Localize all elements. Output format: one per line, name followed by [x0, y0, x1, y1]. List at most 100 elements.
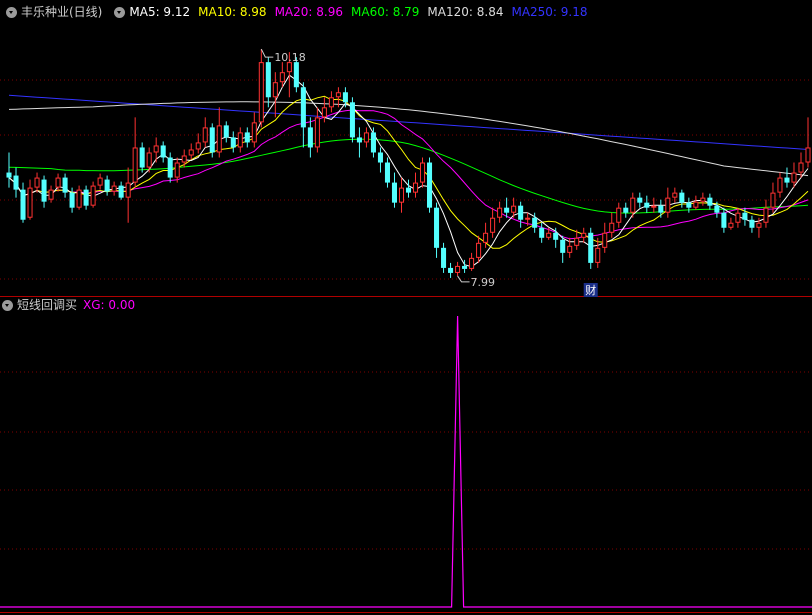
candlestick[interactable]	[553, 227, 559, 248]
candlestick[interactable]	[41, 175, 47, 208]
candlestick[interactable]	[581, 227, 587, 243]
candlestick[interactable]	[539, 222, 545, 243]
candlestick[interactable]	[623, 202, 629, 218]
candlestick[interactable]	[111, 181, 117, 196]
candlestick[interactable]	[476, 235, 482, 263]
candlestick[interactable]	[321, 97, 327, 123]
candlestick[interactable]	[300, 82, 306, 148]
candlestick[interactable]	[644, 195, 650, 213]
candle-body	[412, 182, 419, 193]
candlestick[interactable]	[777, 172, 783, 198]
candlestick[interactable]	[202, 117, 208, 148]
candlestick[interactable]	[216, 107, 222, 158]
candlestick[interactable]	[749, 215, 755, 233]
candlestick[interactable]	[735, 207, 741, 228]
candlestick[interactable]	[139, 142, 145, 173]
candlestick[interactable]	[504, 197, 510, 218]
candlestick[interactable]	[237, 127, 243, 153]
candlestick[interactable]	[721, 207, 727, 233]
candlestick[interactable]	[62, 173, 68, 198]
candlestick[interactable]	[370, 127, 376, 158]
candlestick[interactable]	[441, 242, 447, 273]
candlestick[interactable]	[377, 147, 383, 173]
candlestick[interactable]	[770, 182, 776, 213]
candlestick[interactable]	[328, 91, 334, 113]
candlestick[interactable]	[518, 201, 524, 228]
candlestick[interactable]	[90, 181, 96, 208]
candlestick[interactable]	[83, 185, 89, 210]
chevron-down-icon[interactable]	[6, 6, 17, 18]
candlestick[interactable]	[384, 157, 390, 188]
xg-signal-line	[0, 315, 812, 608]
candlestick[interactable]	[609, 212, 615, 238]
candlestick[interactable]	[658, 199, 664, 218]
candlestick[interactable]	[209, 123, 215, 158]
candlestick[interactable]	[153, 137, 159, 163]
candlestick[interactable]	[314, 107, 320, 153]
finance-badge[interactable]: 财	[583, 283, 598, 297]
candlestick[interactable]	[560, 235, 566, 263]
candlestick[interactable]	[693, 195, 699, 210]
candlestick[interactable]	[223, 121, 229, 143]
candlestick[interactable]	[76, 185, 82, 210]
candle-body	[391, 182, 398, 203]
candlestick[interactable]	[665, 187, 671, 218]
candlestick[interactable]	[251, 112, 257, 148]
candlestick[interactable]	[412, 172, 419, 198]
candle-body	[728, 222, 734, 228]
candlestick[interactable]	[258, 49, 264, 128]
candlestick[interactable]	[448, 262, 454, 278]
candlestick[interactable]	[398, 177, 405, 213]
candlestick[interactable]	[419, 157, 426, 188]
candlestick[interactable]	[356, 127, 362, 158]
candlestick[interactable]	[13, 167, 19, 198]
candlestick[interactable]	[34, 172, 40, 193]
candlestick[interactable]	[104, 175, 110, 196]
candlestick[interactable]	[307, 117, 313, 158]
candlestick[interactable]	[798, 152, 804, 178]
candlestick[interactable]	[118, 181, 124, 200]
candlestick[interactable]	[469, 252, 475, 271]
candlestick[interactable]	[728, 217, 734, 230]
candlestick[interactable]	[405, 179, 412, 198]
candlestick[interactable]	[363, 127, 369, 148]
candlestick[interactable]	[160, 141, 166, 163]
candlestick[interactable]	[125, 167, 131, 223]
candlestick[interactable]	[20, 182, 26, 223]
candlestick[interactable]	[195, 133, 201, 154]
candlestick[interactable]	[167, 152, 173, 183]
candlestick[interactable]	[497, 201, 503, 223]
candlestick[interactable]	[616, 202, 622, 228]
candlestick[interactable]	[588, 227, 594, 269]
candlestick[interactable]	[6, 152, 12, 188]
candlestick[interactable]	[784, 167, 790, 188]
candlestick[interactable]	[244, 127, 250, 148]
candlestick[interactable]	[434, 202, 440, 258]
candlestick[interactable]	[27, 179, 33, 220]
candlestick[interactable]	[707, 193, 713, 210]
candlesticks[interactable]	[6, 49, 811, 278]
candlestick[interactable]	[391, 172, 398, 208]
candlestick[interactable]	[805, 117, 811, 168]
candlestick[interactable]	[490, 207, 496, 238]
candlestick[interactable]	[602, 222, 608, 253]
candlestick[interactable]	[349, 97, 355, 143]
chevron-down-icon[interactable]	[114, 6, 126, 18]
candlestick[interactable]	[230, 131, 236, 153]
candlestick[interactable]	[146, 147, 152, 173]
candlestick[interactable]	[637, 192, 643, 208]
chevron-down-icon[interactable]	[2, 299, 13, 311]
candlestick[interactable]	[132, 117, 138, 188]
candlestick[interactable]	[97, 173, 103, 190]
candlestick[interactable]	[265, 57, 271, 108]
candlestick[interactable]	[427, 157, 433, 213]
candlestick[interactable]	[700, 192, 706, 206]
candlestick[interactable]	[272, 72, 278, 118]
candlestick[interactable]	[279, 62, 285, 88]
candlestick[interactable]	[188, 143, 194, 160]
candlestick[interactable]	[791, 162, 797, 188]
candle-body	[651, 205, 657, 208]
candle-body	[532, 217, 538, 228]
candlestick[interactable]	[763, 199, 769, 228]
candlestick[interactable]	[455, 261, 461, 276]
